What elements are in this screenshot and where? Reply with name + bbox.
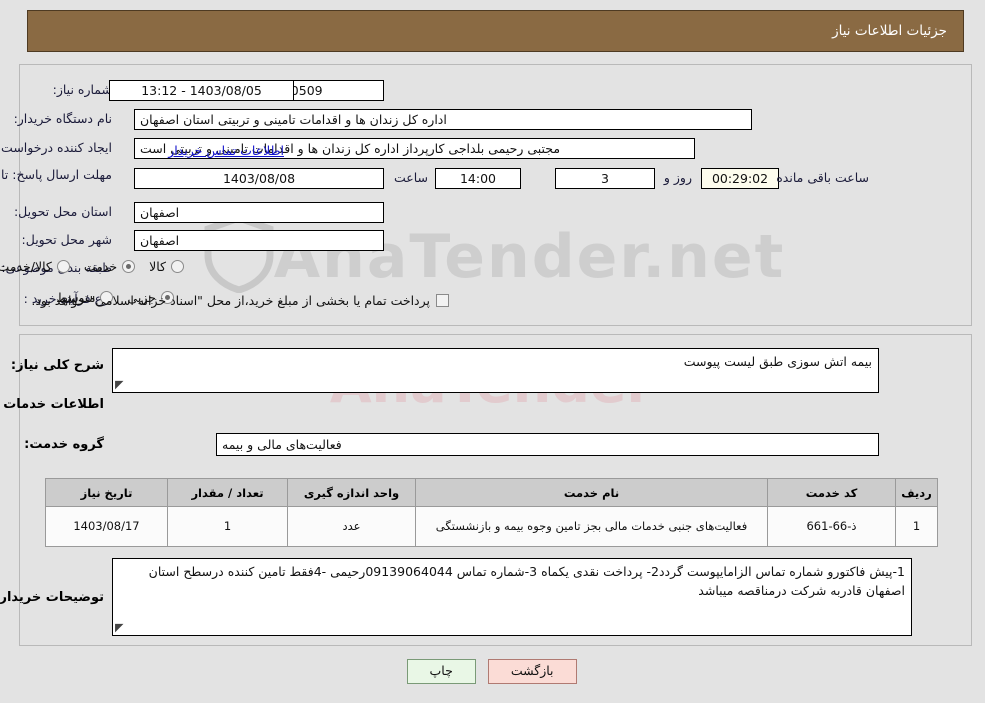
days-unit-label: روز و xyxy=(664,170,693,185)
city-label: شهر محل تحویل: xyxy=(22,232,113,247)
treasury-checkbox-label: پرداخت تمام یا بخشی از مبلغ خرید،از محل … xyxy=(32,293,431,308)
page-root: AnaTender.net AnaTender جزئیات اطلاعات ن… xyxy=(0,0,985,703)
province-label: استان محل تحویل: xyxy=(14,204,113,219)
countdown-timer: 00:29:02 xyxy=(702,168,780,189)
classification-radio-group: کالا خدمت کالا/خدمت xyxy=(0,259,185,274)
th-need-date: تاریخ نیاز xyxy=(46,478,169,507)
cell-quantity: 1 xyxy=(168,506,289,547)
need-number-label: شماره نیاز: xyxy=(53,82,113,97)
print-button[interactable]: چاپ xyxy=(407,659,477,684)
table-row: 1 ذ-66-661 فعالیت‌های جنبی خدمات مالی بج… xyxy=(46,506,939,547)
th-unit: واحد اندازه گیری xyxy=(288,478,417,507)
timer-unit-label: ساعت باقی مانده xyxy=(777,170,870,185)
buyer-org-value: اداره کل زندان ها و اقدامات تامینی و ترب… xyxy=(135,109,753,130)
services-table: ردیف کد خدمت نام خدمت واحد اندازه گیری ت… xyxy=(46,478,939,547)
th-code: کد خدمت xyxy=(768,478,897,507)
city-value: اصفهان xyxy=(135,230,385,251)
treasury-checkbox-row: پرداخت تمام یا بخشی از مبلغ خرید،از محل … xyxy=(32,293,450,308)
deadline-date-value: 1403/08/08 xyxy=(135,168,385,189)
buyer-notes-value: 1-پیش فاکتورو شماره تماس الزامایپوست گرد… xyxy=(149,564,906,598)
radio-kala-label: کالا xyxy=(150,259,167,274)
deadline-label: مهلت ارسال پاسخ: تا تاریخ: xyxy=(0,167,113,182)
radio-kala-khedmat-label: کالا/خدمت xyxy=(0,259,53,274)
radio-khedmat[interactable] xyxy=(123,260,137,273)
service-group-label: گروه خدمت: xyxy=(25,437,105,452)
back-button[interactable]: بازگشت xyxy=(488,659,578,684)
radio-khedmat-label: خدمت xyxy=(84,259,119,274)
table-header-row: ردیف کد خدمت نام خدمت واحد اندازه گیری ت… xyxy=(46,478,939,507)
page-title-text: جزئیات اطلاعات نیاز xyxy=(833,23,948,39)
action-buttons: بازگشت چاپ xyxy=(0,659,985,684)
page-title: جزئیات اطلاعات نیاز xyxy=(28,10,965,52)
requester-label: ایجاد کننده درخواست: xyxy=(0,140,113,155)
th-quantity: تعداد / مقدار xyxy=(168,478,289,507)
services-section-heading: اطلاعات خدمات مورد نیاز xyxy=(0,397,105,412)
service-group-value: فعالیت‌های مالی و بیمه xyxy=(217,433,880,456)
resize-grip-icon[interactable]: ◥ xyxy=(116,378,128,391)
cell-index: 1 xyxy=(896,506,939,547)
cell-unit: عدد xyxy=(288,506,417,547)
deadline-hour-label: ساعت xyxy=(394,170,429,185)
deadline-hour-value: 14:00 xyxy=(436,168,522,189)
province-value: اصفهان xyxy=(135,202,385,223)
cell-name: فعالیت‌های جنبی خدمات مالی بجز تامین وجو… xyxy=(416,506,769,547)
description-textarea[interactable]: بیمه اتش سوزی طبق لیست پیوست ◥ xyxy=(113,348,880,393)
public-announce-value: 1403/08/05 - 13:12 xyxy=(110,80,295,101)
cell-code: ذ-66-661 xyxy=(768,506,897,547)
description-label: شرح کلی نیاز: xyxy=(11,358,105,373)
days-remaining-value: 3 xyxy=(556,168,656,189)
description-value: بیمه اتش سوزی طبق لیست پیوست xyxy=(684,354,873,369)
th-name: نام خدمت xyxy=(416,478,769,507)
buyer-notes-label: توضیحات خریدار: xyxy=(0,590,105,605)
treasury-checkbox[interactable] xyxy=(437,294,450,307)
buyer-notes-textarea[interactable]: 1-پیش فاکتورو شماره تماس الزامایپوست گرد… xyxy=(113,558,913,636)
resize-grip-icon-notes[interactable]: ◥ xyxy=(116,621,128,634)
radio-kala[interactable] xyxy=(172,260,185,273)
buyer-contact-link[interactable]: اطلاعات تماس خریدار xyxy=(169,143,285,158)
need-info-panel xyxy=(20,64,973,326)
radio-kala-khedmat[interactable] xyxy=(57,260,71,273)
buyer-org-label: نام دستگاه خریدار: xyxy=(14,111,113,126)
cell-need-date: 1403/08/17 xyxy=(46,506,169,547)
th-index: ردیف xyxy=(896,478,939,507)
